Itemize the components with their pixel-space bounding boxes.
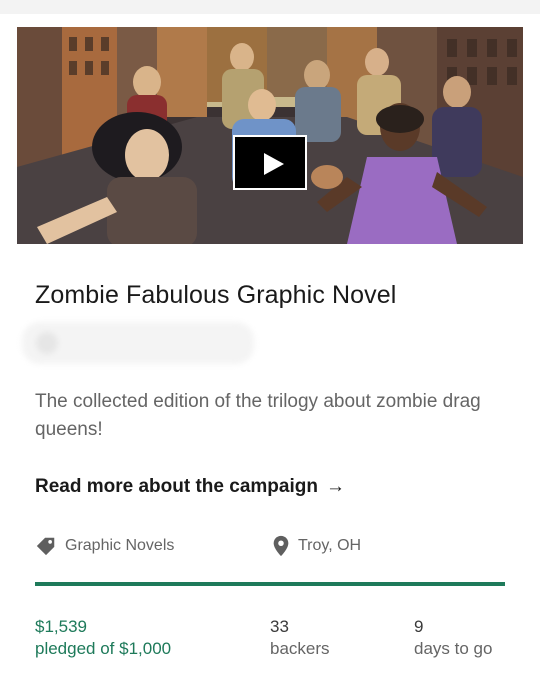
category-label: Graphic Novels	[65, 537, 175, 554]
funding-progress-bar	[35, 582, 505, 586]
category-link[interactable]: Graphic Novels	[35, 535, 174, 557]
tag-icon	[36, 537, 55, 556]
project-video[interactable]	[17, 27, 523, 244]
backers-count: 33	[270, 617, 289, 636]
avatar	[36, 332, 58, 354]
play-button[interactable]	[233, 135, 307, 190]
location-pin-icon	[273, 535, 289, 557]
pledged-stat: $1,539 pledged of $1,000	[35, 616, 171, 660]
project-title: Zombie Fabulous Graphic Novel	[35, 281, 397, 309]
read-more-link[interactable]: Read more about the campaign →	[35, 476, 345, 498]
days-left-stat: 9 days to go	[414, 616, 492, 660]
top-strip	[0, 0, 540, 14]
play-icon	[264, 153, 284, 175]
pledged-amount: $1,539	[35, 617, 87, 636]
backers-stat: 33 backers	[270, 616, 330, 660]
location-link[interactable]: Troy, OH	[272, 535, 361, 557]
funding-progress-fill	[35, 582, 505, 586]
project-blurb: The collected edition of the trilogy abo…	[35, 391, 481, 440]
arrow-right-icon: →	[325, 476, 345, 497]
days-count: 9	[414, 617, 424, 636]
days-label: days to go	[414, 639, 493, 658]
location-label: Troy, OH	[298, 537, 362, 554]
pledged-goal-label: pledged of $1,000	[35, 639, 172, 658]
creator-info-blurred	[22, 322, 254, 364]
read-more-label: Read more about the campaign	[35, 476, 318, 497]
backers-label: backers	[270, 639, 330, 658]
